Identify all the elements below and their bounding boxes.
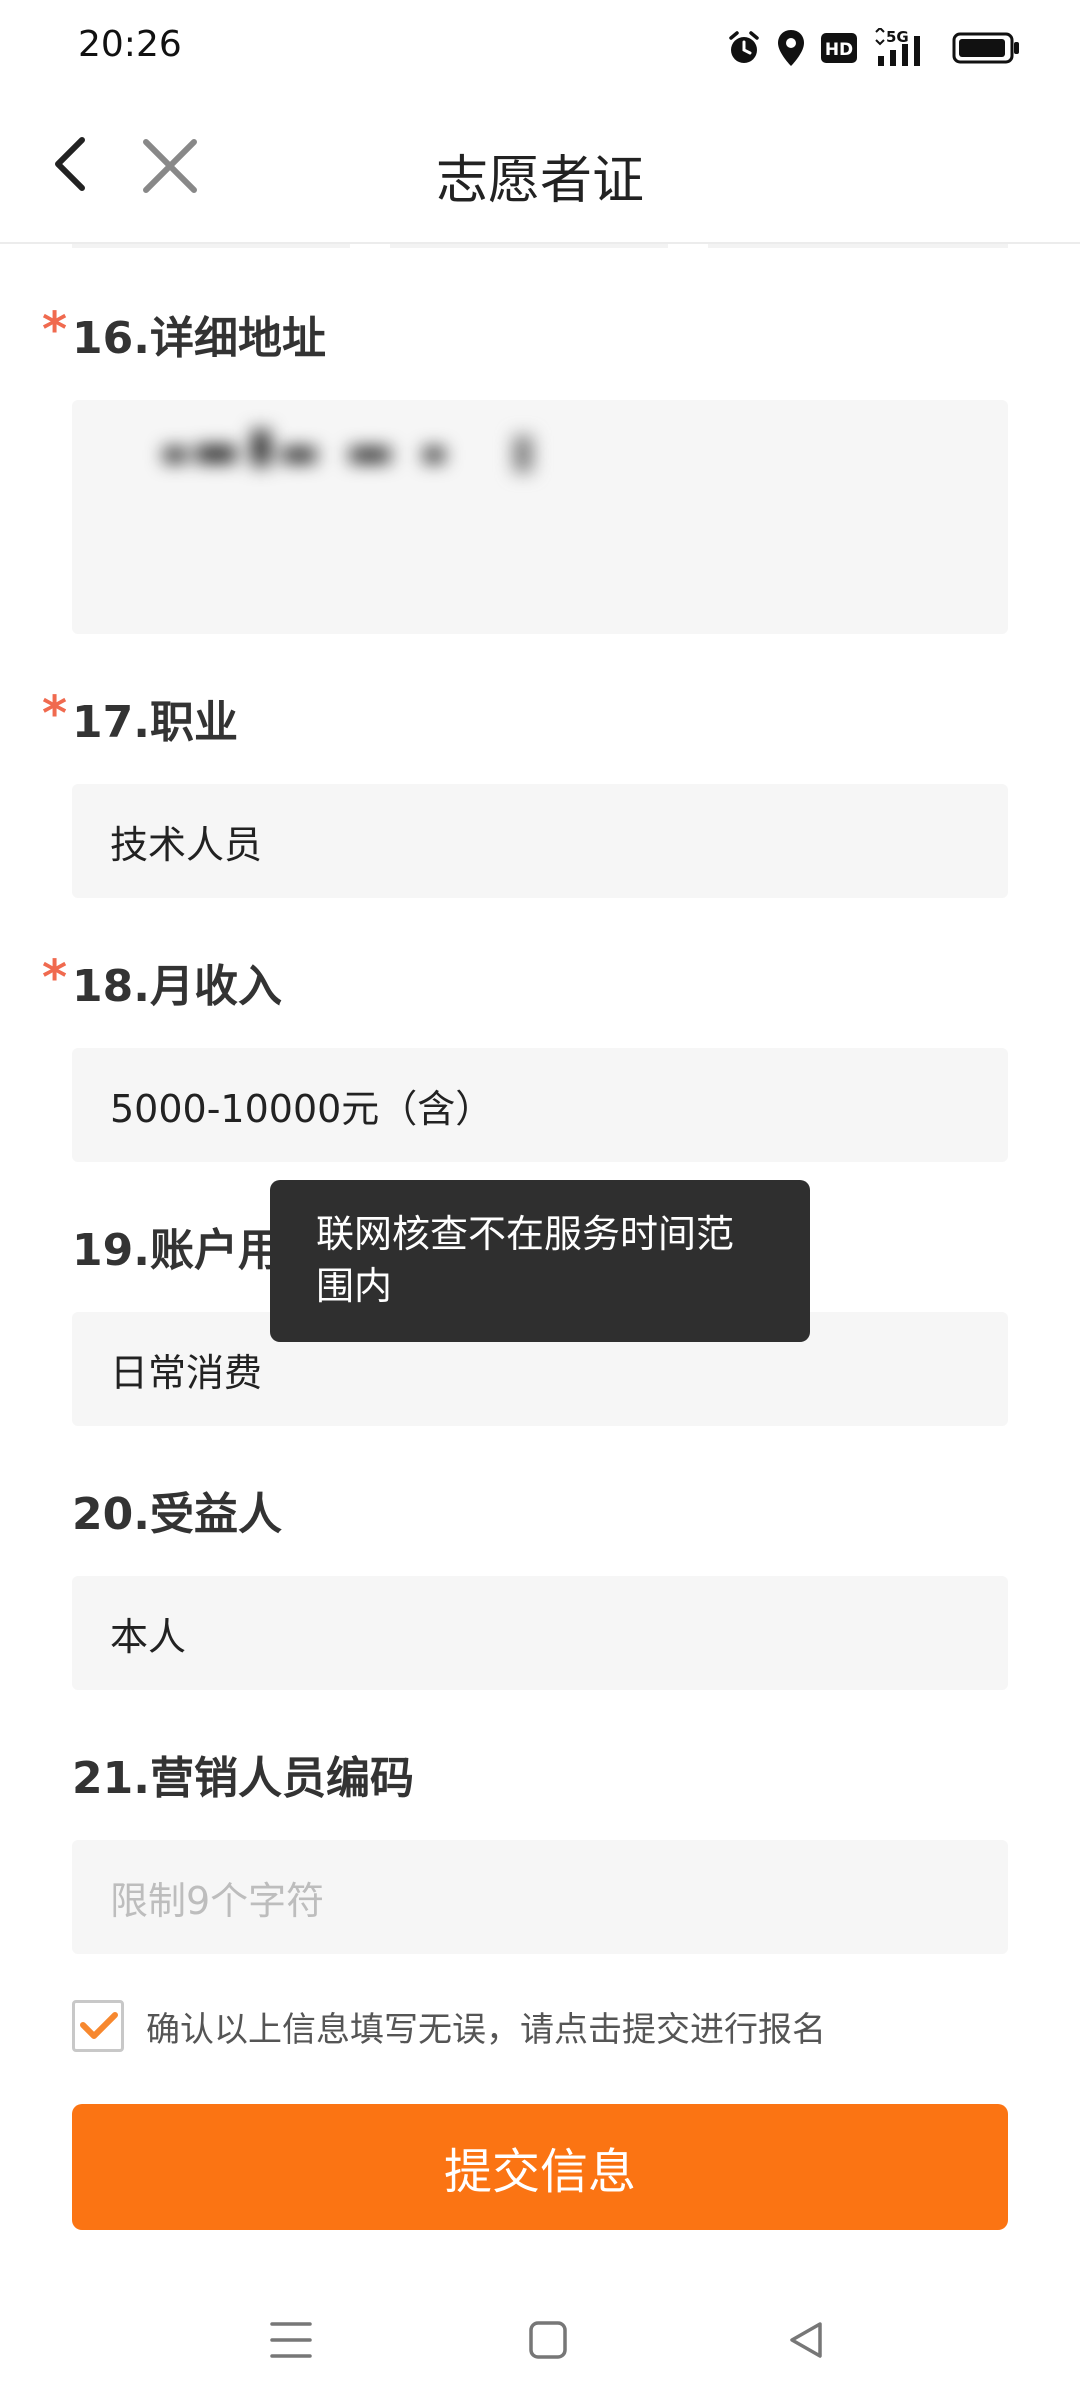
required-mark: * xyxy=(42,950,68,1006)
required-mark: * xyxy=(42,302,68,358)
toast-message: 联网核查不在服务时间范 围内 xyxy=(270,1180,810,1342)
scroll-peek xyxy=(390,244,668,248)
occupation-select[interactable]: 技术人员 xyxy=(72,784,1008,898)
page-title: 志愿者证 xyxy=(435,151,644,211)
back-triangle-icon[interactable] xyxy=(786,2320,826,2360)
system-nav-bar xyxy=(0,2290,1080,2408)
redacted-address xyxy=(154,426,714,482)
nav-bar: 志愿者证 xyxy=(0,96,1080,244)
battery-icon xyxy=(952,32,1019,64)
checkmark-icon xyxy=(80,2012,118,2039)
status-bar: 20:26 HD 5G xyxy=(0,0,1080,96)
field-label-address: 16.详细地址 xyxy=(72,313,326,364)
hd-icon: HD xyxy=(821,33,857,63)
beneficiary-select[interactable]: 本人 xyxy=(72,1576,1008,1690)
scroll-peek xyxy=(72,244,350,248)
field-label-income: 18.月收入 xyxy=(72,961,282,1012)
5g-signal-icon: 5G xyxy=(875,28,920,66)
scroll-peek xyxy=(708,244,1008,248)
field-label-occupation: 17.职业 xyxy=(72,697,238,748)
status-time: 20:26 xyxy=(78,24,182,65)
svg-text:5G: 5G xyxy=(886,28,909,46)
occupation-value: 技术人员 xyxy=(110,822,263,867)
field-label-beneficiary: 20.受益人 xyxy=(72,1489,282,1540)
home-icon[interactable] xyxy=(528,2320,568,2360)
confirm-checkbox[interactable] xyxy=(72,2000,124,2052)
toast-line-1: 联网核查不在服务时间范 xyxy=(316,1212,735,1256)
required-mark: * xyxy=(42,686,68,742)
marketer-code-placeholder: 限制9个字符 xyxy=(110,1878,325,1923)
location-icon xyxy=(778,30,804,66)
menu-icon[interactable] xyxy=(270,2320,312,2360)
alarm-icon xyxy=(729,31,759,63)
submit-button[interactable]: 提交信息 xyxy=(72,2104,1008,2230)
income-value: 5000-10000元（含） xyxy=(110,1086,494,1131)
confirm-row: 确认以上信息填写无误，请点击提交进行报名 xyxy=(72,1998,826,2054)
address-textarea[interactable] xyxy=(72,400,1008,634)
svg-text:HD: HD xyxy=(825,40,853,60)
toast-line-2: 围内 xyxy=(316,1264,393,1308)
income-select[interactable]: 5000-10000元（含） xyxy=(72,1048,1008,1162)
field-label-marketer-code: 21.营销人员编码 xyxy=(72,1753,414,1804)
status-icons: HD 5G xyxy=(726,26,1020,70)
beneficiary-value: 本人 xyxy=(110,1614,187,1659)
account-purpose-value: 日常消费 xyxy=(110,1350,263,1395)
confirm-text: 确认以上信息填写无误，请点击提交进行报名 xyxy=(146,2009,826,2050)
marketer-code-input[interactable]: 限制9个字符 xyxy=(72,1840,1008,1954)
